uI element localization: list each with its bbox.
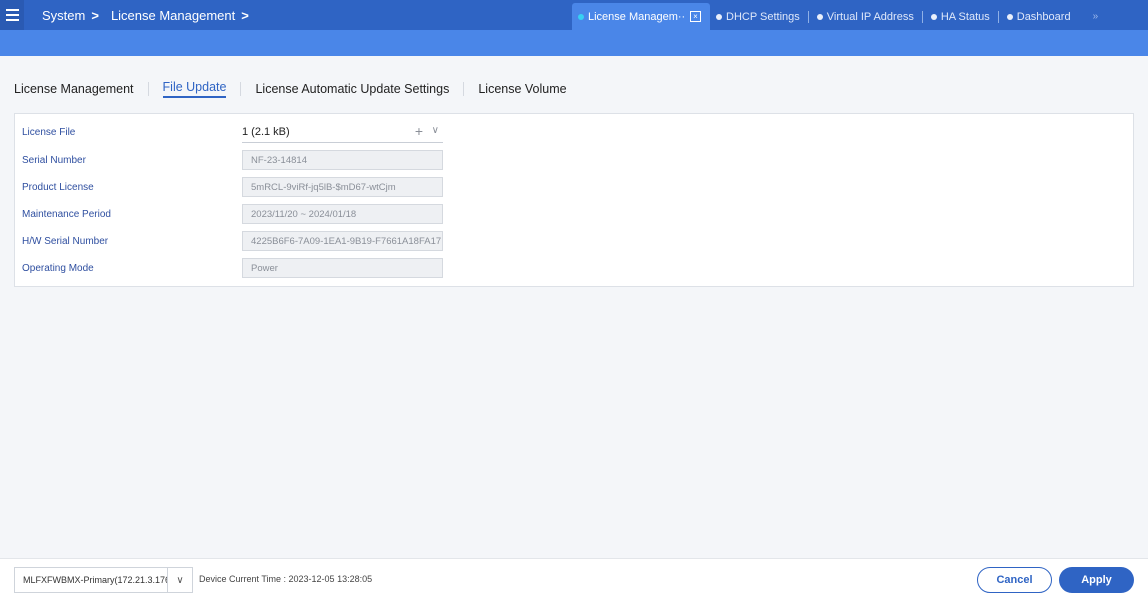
tab-dhcp-settings[interactable]: DHCP Settings [710, 3, 806, 30]
tab-label: License Managem··· [588, 10, 684, 23]
subtab-license-automatic-update-settings[interactable]: License Automatic Update Settings [255, 82, 449, 96]
license-file-label: License File [22, 126, 76, 138]
operating-mode-field: Power [242, 258, 443, 278]
device-select[interactable]: MLFXFWBMX-Primary(172.21.3.176) ∨ [14, 567, 193, 593]
hamburger-menu-icon[interactable] [0, 0, 24, 30]
chevron-right-icon: > [241, 7, 249, 23]
tab-label: Virtual IP Address [826, 10, 914, 23]
breadcrumb-license-management[interactable]: License Management [111, 8, 235, 23]
device-current-time: Device Current Time : 2023-12-05 13:28:0… [199, 574, 373, 584]
operating-mode-label: Operating Mode [22, 262, 94, 274]
header-strip [0, 30, 1148, 56]
open-tabs: License Managem··· × DHCP Settings Virtu… [572, 3, 1098, 30]
subtab-divider [147, 82, 149, 96]
tab-dot-icon [930, 13, 937, 20]
serial-number-row: Serial Number NF-23-14814 [22, 150, 443, 170]
license-file-select[interactable]: 1 (2.1 kB) + ∨ [242, 121, 443, 143]
top-bar: System > License Management > License Ma… [0, 0, 1148, 30]
close-icon[interactable]: × [690, 11, 701, 22]
maintenance-period-row: Maintenance Period 2023/11/20 ~ 2024/01/… [22, 204, 443, 224]
chevron-down-icon[interactable]: ∨ [432, 125, 439, 136]
subtab-license-volume[interactable]: License Volume [478, 82, 566, 96]
hw-serial-number-row: H/W Serial Number 4225B6F6-7A09-1EA1-9B1… [22, 231, 443, 251]
maintenance-period-field: 2023/11/20 ~ 2024/01/18 [242, 204, 443, 224]
cancel-button[interactable]: Cancel [977, 567, 1052, 593]
tab-dot-icon [816, 13, 823, 20]
tab-divider [807, 10, 809, 23]
tab-label: DHCP Settings [726, 10, 800, 23]
tab-ha-status[interactable]: HA Status [925, 3, 996, 30]
tab-dot-icon [578, 13, 584, 20]
subtab-license-management[interactable]: License Management [14, 82, 134, 96]
maintenance-period-label: Maintenance Period [22, 208, 111, 220]
hw-serial-number-label: H/W Serial Number [22, 235, 109, 247]
footer-bar: MLFXFWBMX-Primary(172.21.3.176) ∨ Device… [0, 558, 1148, 601]
apply-button[interactable]: Apply [1059, 567, 1134, 593]
product-license-row: Product License 5mRCL-9viRf-jq5lB-$mD67-… [22, 177, 443, 197]
license-form-panel: License File 1 (2.1 kB) + ∨ Serial Numbe… [14, 113, 1134, 287]
tab-divider [997, 10, 999, 23]
product-license-field: 5mRCL-9viRf-jq5lB-$mD67-wtCjm [242, 177, 443, 197]
sub-tabs: License Management File Update License A… [14, 80, 567, 98]
operating-mode-row: Operating Mode Power [22, 258, 443, 278]
tab-license-management[interactable]: License Managem··· × [572, 3, 710, 30]
chevron-down-icon[interactable]: ∨ [167, 568, 192, 592]
license-file-row: License File 1 (2.1 kB) + ∨ [22, 121, 443, 143]
tab-label: Dashboard [1016, 10, 1071, 23]
tab-dashboard[interactable]: Dashboard [1001, 3, 1077, 30]
tab-label: HA Status [940, 10, 990, 23]
product-license-label: Product License [22, 181, 94, 193]
device-select-value: MLFXFWBMX-Primary(172.21.3.176) [23, 575, 168, 585]
subtab-divider [240, 82, 242, 96]
breadcrumb: System > License Management > [42, 8, 261, 23]
subtab-file-update[interactable]: File Update [162, 80, 227, 98]
subtab-divider [463, 82, 465, 96]
add-icon[interactable]: + [415, 123, 423, 139]
serial-number-label: Serial Number [22, 154, 86, 166]
tab-divider [921, 10, 923, 23]
breadcrumb-system[interactable]: System [42, 8, 85, 23]
hw-serial-number-field: 4225B6F6-7A09-1EA1-9B19-F7661A18FA17 [242, 231, 443, 251]
more-tabs-icon[interactable]: » [1093, 11, 1099, 22]
tab-virtual-ip-address[interactable]: Virtual IP Address [811, 3, 920, 30]
tab-dot-icon [1006, 13, 1013, 20]
chevron-right-icon: > [91, 7, 99, 23]
tab-dot-icon [716, 13, 722, 20]
license-file-value: 1 (2.1 kB) [242, 125, 290, 138]
serial-number-field: NF-23-14814 [242, 150, 443, 170]
